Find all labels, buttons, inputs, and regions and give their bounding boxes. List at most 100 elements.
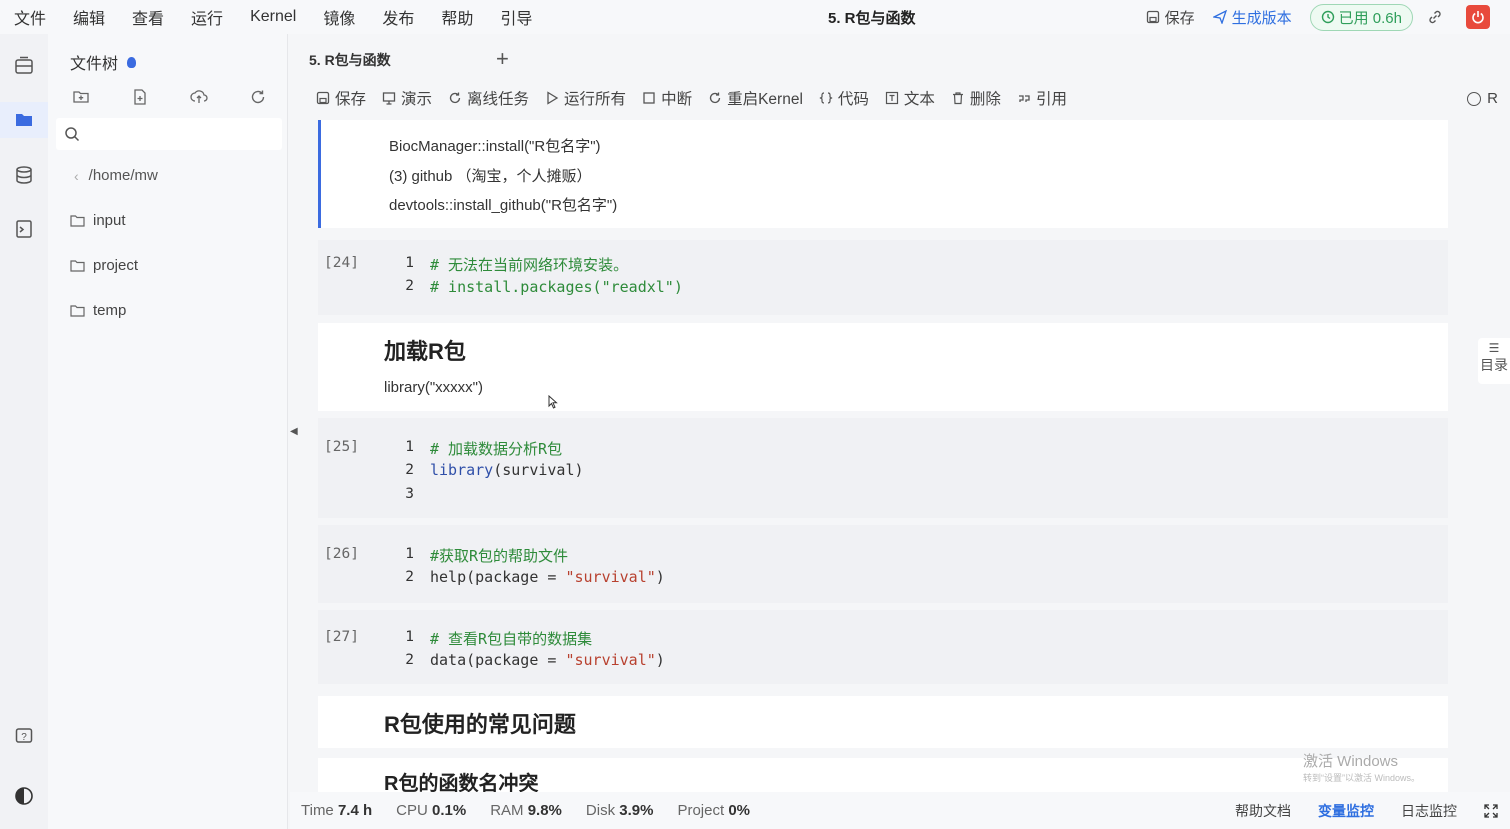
text-cell-button[interactable]: 文本 <box>885 87 935 109</box>
notebook-toolbar: 保存 演示 离线任务 运行所有 中断 重启Kernel 代码 文本 删除 引用 … <box>290 80 1510 116</box>
code-line: # 无法在当前网络环境安装。 <box>430 256 629 274</box>
fullscreen-icon[interactable] <box>1484 803 1498 818</box>
dataset-icon[interactable] <box>14 56 34 76</box>
save-icon <box>1146 10 1159 24</box>
menu-run[interactable]: 运行 <box>191 5 223 29</box>
files-tab[interactable] <box>0 102 48 138</box>
top-right-actions: 保存 生成版本 已用 0.6h <box>1146 0 1510 34</box>
present-button[interactable]: 演示 <box>382 87 432 109</box>
folder-item-input[interactable]: input <box>70 212 126 229</box>
help-docs-link[interactable]: 帮助文档 <box>1235 801 1291 821</box>
code-line: # install.packages("readxl") <box>430 278 683 296</box>
code-line: data(package = "survival") <box>430 651 665 669</box>
folder-icon <box>70 305 85 317</box>
stat-cpu-value: 0.1% <box>431 802 467 819</box>
play-icon <box>547 91 559 105</box>
menu-help[interactable]: 帮助 <box>441 5 473 29</box>
menu-image[interactable]: 镜像 <box>323 5 355 29</box>
menu-publish[interactable]: 发布 <box>382 5 414 29</box>
toc-toggle[interactable]: ☰ 目录 <box>1478 338 1510 384</box>
code-cell[interactable]: [27] 1 # 查看R包自带的数据集 2 data(package = "su… <box>318 610 1448 684</box>
power-button[interactable] <box>1466 5 1490 29</box>
md-line: (3) github （淘宝，个人摊贩） <box>389 168 592 185</box>
help-icon[interactable]: ? <box>14 726 34 746</box>
offline-task-label: 离线任务 <box>467 91 530 108</box>
toc-label: 目录 <box>1480 357 1508 373</box>
status-links: 帮助文档 变量监控 日志监控 <box>1235 792 1510 829</box>
upload-icon[interactable] <box>190 88 208 106</box>
log-monitor-link[interactable]: 日志监控 <box>1401 801 1457 821</box>
stat-time-label: Time <box>301 802 334 819</box>
stat-cpu-label: CPU <box>396 802 428 819</box>
cite-button[interactable]: 引用 <box>1017 87 1067 109</box>
interrupt-button[interactable]: 中断 <box>642 87 692 109</box>
breadcrumb[interactable]: ‹ /home/mw <box>74 167 158 184</box>
save-button[interactable]: 保存 <box>316 87 366 109</box>
code-close: ) <box>655 568 665 586</box>
terminal-icon[interactable] <box>14 219 34 239</box>
stat-cpu: CPU 0.1% <box>396 802 466 819</box>
folder-item-project[interactable]: project <box>70 257 138 274</box>
presentation-icon <box>382 92 396 105</box>
new-folder-icon[interactable] <box>72 88 90 106</box>
line-number: 2 <box>405 278 414 294</box>
trash-icon <box>952 92 963 105</box>
code-call: data(package = <box>430 651 566 669</box>
status-bar: Time 7.4 h CPU 0.1% RAM 9.8% Disk 3.9% P… <box>290 792 1510 829</box>
add-tab-icon[interactable]: + <box>496 46 509 72</box>
line-number: 2 <box>405 652 414 668</box>
offline-task-button[interactable]: 离线任务 <box>448 87 529 109</box>
code-cell[interactable]: [25] 1 # 加载数据分析R包 2 library(survival) 3 <box>318 418 1448 518</box>
markdown-cell[interactable]: R包使用的常见问题 <box>318 696 1448 748</box>
menu-kernel[interactable]: Kernel <box>250 8 296 26</box>
folder-icon <box>70 260 85 272</box>
theme-toggle-icon[interactable] <box>14 786 34 806</box>
menu-guide[interactable]: 引导 <box>500 5 532 29</box>
usage-badge: 已用 0.6h <box>1309 3 1413 31</box>
code-cell-button[interactable]: 代码 <box>819 87 869 109</box>
delete-button[interactable]: 删除 <box>951 87 1001 109</box>
kernel-name: R <box>1487 90 1498 107</box>
folder-item-temp[interactable]: temp <box>70 302 126 319</box>
restart-kernel-label: 重启Kernel <box>727 91 803 108</box>
activate-windows-watermark: 激活 Windows <box>1303 753 1399 770</box>
kernel-status[interactable]: R <box>1467 90 1498 107</box>
run-all-button[interactable]: 运行所有 <box>545 87 626 109</box>
database-icon[interactable] <box>14 165 34 185</box>
menu-file[interactable]: 文件 <box>14 5 46 29</box>
file-search-input[interactable] <box>56 118 282 150</box>
folder-label: temp <box>93 302 127 319</box>
code-string: "survival" <box>565 568 656 586</box>
restart-kernel-button[interactable]: 重启Kernel <box>708 87 803 109</box>
markdown-cell[interactable]: R包的函数名冲突 <box>318 758 1448 792</box>
execution-count: [27] <box>324 629 359 645</box>
stop-icon <box>643 92 655 104</box>
markdown-cell[interactable]: BiocManager::install("R包名字") (3) github … <box>318 120 1448 228</box>
code-cell[interactable]: [26] 1 #获取R包的帮助文件 2 help(package = "surv… <box>318 525 1448 603</box>
chevron-left-icon: ‹ <box>74 167 79 184</box>
document-title: 5. R包与函数 <box>828 10 916 27</box>
link-button[interactable] <box>1427 9 1448 25</box>
code-line: # 加载数据分析R包 <box>430 440 563 458</box>
generate-version-button[interactable]: 生成版本 <box>1212 7 1292 28</box>
variable-monitor-link[interactable]: 变量监控 <box>1318 801 1374 821</box>
top-save-label: 保存 <box>1164 9 1195 27</box>
top-save-button[interactable]: 保存 <box>1146 7 1195 28</box>
collapse-panel-icon[interactable]: ◀ <box>290 426 298 437</box>
bulb-icon <box>127 56 137 68</box>
menu-view[interactable]: 查看 <box>132 5 164 29</box>
folder-icon <box>16 114 32 126</box>
execution-count: [26] <box>324 546 359 562</box>
stat-ram-label: RAM <box>490 802 524 819</box>
menu-edit[interactable]: 编辑 <box>73 5 105 29</box>
execution-count: [25] <box>324 439 359 455</box>
new-file-icon[interactable] <box>131 88 149 106</box>
stat-time-value: 7.4 h <box>337 802 373 819</box>
folder-label: input <box>93 212 126 229</box>
send-icon <box>1212 10 1227 24</box>
refresh-icon[interactable] <box>249 88 267 106</box>
code-cell[interactable]: [24] 1 # 无法在当前网络环境安装。 2 # install.packag… <box>318 240 1448 315</box>
tab-notebook[interactable]: 5. R包与函数 <box>298 40 488 80</box>
markdown-cell[interactable]: 加载R包 library("xxxxx") <box>318 323 1448 411</box>
generate-version-label: 生成版本 <box>1231 9 1292 27</box>
